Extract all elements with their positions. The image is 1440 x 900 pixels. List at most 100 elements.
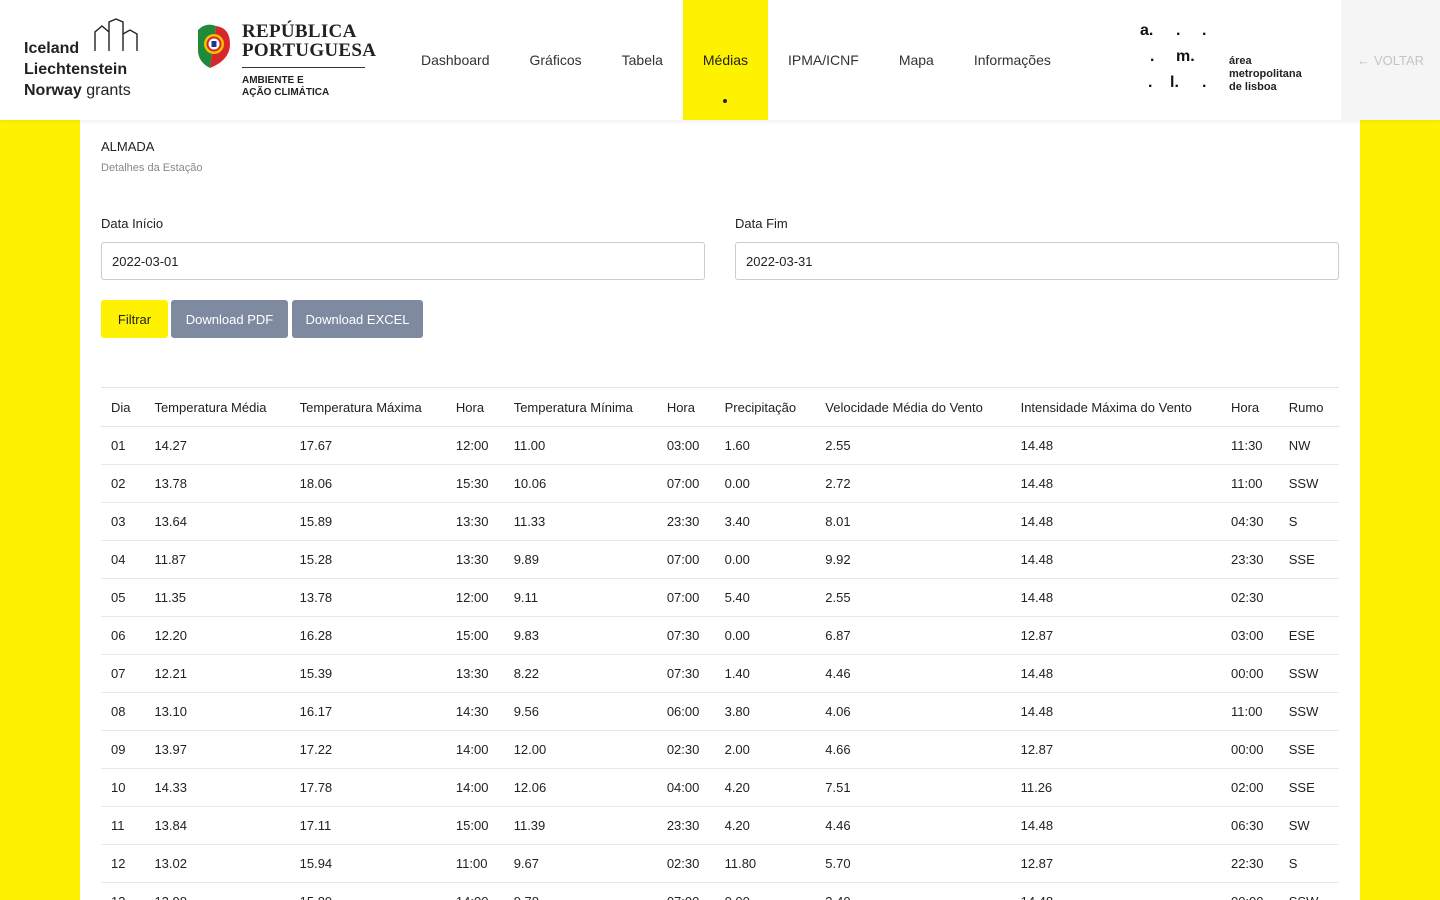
table-cell: 6.87 — [815, 616, 1011, 655]
table-cell: 16.28 — [289, 616, 446, 655]
column-header: Temperatura Máxima — [289, 387, 446, 427]
table-cell: 12:00 — [445, 578, 504, 617]
table-cell: 9.67 — [503, 844, 657, 883]
nav-item-ipma-icnf[interactable]: IPMA/ICNF — [768, 0, 879, 120]
table-cell: 13.64 — [144, 502, 290, 541]
table-cell: 14.48 — [1010, 464, 1221, 503]
table-cell: 14:00 — [445, 882, 504, 900]
table-cell: 05 — [101, 578, 145, 617]
table-cell: 17.67 — [289, 426, 446, 465]
eea-line-3a: Norway — [24, 82, 82, 99]
table-cell: S — [1278, 502, 1339, 541]
end-date-input[interactable] — [735, 242, 1339, 280]
table-cell: 00:00 — [1220, 654, 1279, 693]
aml-logo[interactable]: a. . . . m. . l. . área metropolitana de… — [1136, 22, 1316, 98]
table-cell: 14.27 — [144, 426, 290, 465]
table-row: 10 14.33 17.78 14:00 12.06 04:00 4.20 7.51 11.26… — [101, 768, 1339, 807]
aml-line-2: metropolitana — [1229, 68, 1302, 80]
table-cell: 04:30 — [1220, 502, 1279, 541]
start-date-input[interactable] — [101, 242, 705, 280]
table-cell: 12.00 — [503, 730, 657, 769]
rp-divider — [242, 67, 365, 68]
column-header: Temperatura Média — [144, 387, 290, 427]
table-cell: 12 — [101, 844, 145, 883]
nav-item-dashboard[interactable]: Dashboard — [401, 0, 510, 120]
table-cell: 12.87 — [1010, 844, 1221, 883]
table-cell: 04 — [101, 540, 145, 579]
table-cell: 12.06 — [503, 768, 657, 807]
filter-button[interactable]: Filtrar — [101, 300, 168, 338]
table-cell: 14.48 — [1010, 426, 1221, 465]
table-cell: 02:30 — [656, 730, 715, 769]
table-cell: 8.01 — [815, 502, 1011, 541]
main-nav: Dashboard Gráficos Tabela Médias IPMA/IC… — [401, 0, 1071, 120]
nav-item-graficos[interactable]: Gráficos — [510, 0, 602, 120]
table-cell: 02:00 — [1220, 768, 1279, 807]
table-cell: 5.40 — [714, 578, 816, 617]
table-cell: 13:30 — [445, 540, 504, 579]
table-cell: SSW — [1278, 654, 1339, 693]
table-cell: 02:30 — [1220, 578, 1279, 617]
eea-grants-logo[interactable]: Iceland Liechtenstein Norway grants — [24, 18, 154, 102]
table-cell: SSW — [1278, 464, 1339, 503]
back-button[interactable]: ← VOLTAR — [1341, 0, 1440, 120]
arrow-left-icon: ← — [1356, 52, 1370, 68]
table-cell: 4.06 — [815, 692, 1011, 731]
table-cell: 17.78 — [289, 768, 446, 807]
table-cell: 4.20 — [714, 768, 816, 807]
table-cell: SSE — [1278, 540, 1339, 579]
top-header: Iceland Liechtenstein Norway grants REPÚ… — [0, 0, 1440, 120]
portugal-emblem-icon — [198, 24, 230, 69]
nav-item-informacoes[interactable]: Informações — [954, 0, 1071, 120]
table-cell: 14.48 — [1010, 692, 1221, 731]
table-cell: 07:00 — [656, 578, 715, 617]
table-cell: 06:30 — [1220, 806, 1279, 845]
table-body: 01 14.27 17.67 12:00 11.00 03:00 1.60 2.55 14.48… — [101, 426, 1339, 900]
download-excel-button[interactable]: Download EXCEL — [292, 300, 423, 338]
active-indicator-dot — [723, 99, 728, 103]
table-cell: 11:00 — [1220, 464, 1279, 503]
table-cell: 11.35 — [144, 578, 290, 617]
eea-line-3b: grants — [86, 82, 131, 99]
table-cell: 18.06 — [289, 464, 446, 503]
eea-line-2: Liechtenstein — [24, 61, 128, 78]
nav-item-tabela[interactable]: Tabela — [602, 0, 683, 120]
table-row: 07 12.21 15.39 13:30 8.22 07:30 1.40 4.46 14.48 0… — [101, 654, 1339, 693]
table-row: 1312.9815.8914:009.7807:000.003.4014.480… — [101, 882, 1339, 900]
table-cell: 15.94 — [289, 844, 446, 883]
table-cell: 23:30 — [656, 502, 715, 541]
table-cell: 14:30 — [445, 692, 504, 731]
table-cell: 15:00 — [445, 616, 504, 655]
table-cell: 2.55 — [815, 578, 1011, 617]
eea-line-1: Iceland — [24, 40, 80, 57]
column-header: Hora — [656, 387, 715, 427]
nav-item-medias-label: Médias — [702, 52, 749, 68]
table-cell: 4.46 — [815, 654, 1011, 693]
table-cell: 12.87 — [1010, 730, 1221, 769]
nav-item-medias[interactable]: Médias — [682, 0, 769, 120]
table-cell: 14.48 — [1010, 882, 1221, 900]
table-cell: 23:30 — [1220, 540, 1279, 579]
column-header: Hora — [1220, 387, 1279, 427]
table-cell: 0.00 — [714, 616, 816, 655]
table-cell: 13 — [101, 882, 145, 900]
download-pdf-button[interactable]: Download PDF — [171, 300, 288, 338]
table-cell: 15:30 — [445, 464, 504, 503]
rp-sub-2: AÇÃO CLIMÁTICA — [242, 87, 330, 98]
table-cell: 0.00 — [714, 540, 816, 579]
table-cell: 10.06 — [503, 464, 657, 503]
table-cell: 00:00 — [1220, 882, 1279, 900]
republica-portuguesa-logo[interactable]: REPÚBLICA PORTUGUESA AMBIENTE E AÇÃO CLI… — [196, 20, 376, 102]
table-row: 02 13.78 18.06 15:30 10.06 07:00 0.00 2.72 14.48… — [101, 464, 1339, 503]
table-cell: 15.89 — [289, 502, 446, 541]
station-name: ALMADA — [101, 139, 155, 154]
aml-a: a. — [1140, 22, 1154, 39]
table-cell: 11.00 — [503, 426, 657, 465]
table-cell: 17.22 — [289, 730, 446, 769]
table-cell: 2.00 — [714, 730, 816, 769]
nav-item-mapa[interactable]: Mapa — [879, 0, 954, 120]
column-header: Intensidade Máxima do Vento — [1010, 387, 1221, 427]
aml-dot: . — [1148, 74, 1153, 91]
table-row: 05 11.35 13.78 12:00 9.11 07:00 5.40 2.55 14.48 0… — [101, 578, 1339, 617]
aml-line-3: de lisboa — [1229, 81, 1277, 93]
